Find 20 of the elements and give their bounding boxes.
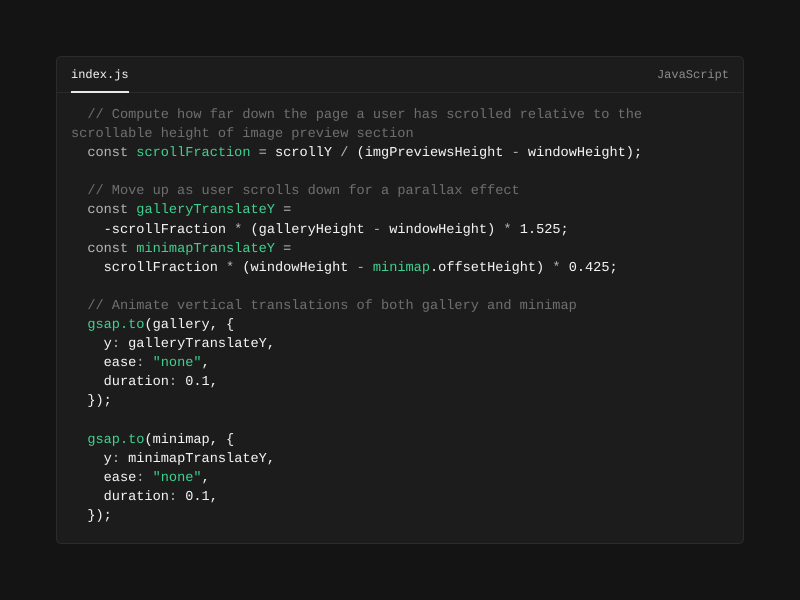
code-line: y: galleryTranslateY, <box>102 336 276 354</box>
code-line: ease: "none", <box>102 470 211 488</box>
code-line: gsap.to(gallery, { <box>86 317 236 336</box>
code-line: }); <box>86 393 113 412</box>
code-line: ease: "none", <box>102 355 211 374</box>
code-line: const galleryTranslateY = <box>86 202 292 220</box>
code-line: const scrollFraction = scrollY / (imgPreviewsHeight - windowHeight); <box>86 145 644 164</box>
code-line: // Compute how far down the page a user has scrolled relative to the scrollable height of image preview section <box>71 107 644 144</box>
code-line: -scrollFraction * (galleryHeight - windowHeight) * 1.525; <box>102 222 570 240</box>
code-line: // Move up as user scrolls down for a parallax effect <box>86 183 521 202</box>
code-line: scrollFraction * (windowHeight - minimap.offsetHeight) * 0.425; <box>102 260 619 278</box>
language-label: JavaScript <box>656 68 729 82</box>
file-tab[interactable]: index.js <box>71 57 129 93</box>
code-line: duration: 0.1, <box>102 488 219 507</box>
code-line: y: minimapTranslateY, <box>102 450 276 469</box>
code-line: }); <box>86 508 113 526</box>
code-line: gsap.to(minimap, { <box>86 432 236 450</box>
code-line: duration: 0.1, <box>102 374 219 392</box>
code-line: // Animate vertical translations of both gallery and minimap <box>86 298 578 316</box>
code-line: const minimapTranslateY = <box>86 240 292 259</box>
